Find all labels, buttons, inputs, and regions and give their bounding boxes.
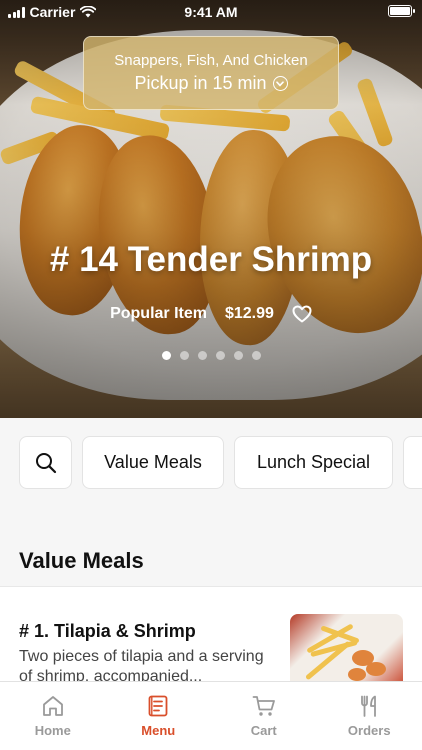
search-icon <box>35 452 56 473</box>
pickup-time: Pickup in 15 min <box>134 73 267 93</box>
status-bar: Carrier 9:41 AM <box>0 0 422 24</box>
pickup-selector[interactable]: Snappers, Fish, And Chicken Pickup in 15… <box>83 36 339 110</box>
category-chip-more[interactable] <box>403 436 422 489</box>
menu-icon <box>148 695 168 717</box>
menu-item-card[interactable]: # 1. Tilapia & Shrimp Two pieces of tila… <box>0 586 422 687</box>
heart-icon[interactable] <box>292 305 312 323</box>
tab-menu-label: Menu <box>141 723 176 738</box>
tab-home[interactable]: Home <box>0 682 106 750</box>
category-bar: Value Meals Lunch Special <box>0 418 422 506</box>
tab-orders[interactable]: Orders <box>317 682 422 750</box>
home-icon <box>42 696 63 716</box>
tab-menu[interactable]: Menu <box>106 682 212 750</box>
carousel-dot[interactable] <box>251 351 261 360</box>
featured-item-title[interactable]: # 14 Tender Shrimp <box>0 240 422 280</box>
carousel-dot[interactable] <box>215 351 225 360</box>
hero-banner[interactable]: Carrier 9:41 AM Snappers, Fish, And Chic… <box>0 0 422 418</box>
featured-item-meta: Popular Item $12.99 <box>0 305 422 323</box>
search-button[interactable] <box>19 436 72 489</box>
cart-icon <box>252 696 275 716</box>
menu-item-name: # 1. Tilapia & Shrimp <box>19 621 196 641</box>
tab-bar: Home Menu Cart Orders <box>0 681 422 750</box>
category-chip-value-meals[interactable]: Value Meals <box>82 436 224 489</box>
carousel-dot[interactable] <box>179 351 189 360</box>
carousel-dot[interactable] <box>197 351 207 360</box>
category-chip-lunch-special[interactable]: Lunch Special <box>234 436 393 489</box>
popular-badge: Popular Item <box>110 305 207 322</box>
menu-item-image <box>290 614 403 687</box>
carousel-dot[interactable] <box>233 351 243 360</box>
clock: 9:41 AM <box>184 4 238 20</box>
tab-home-label: Home <box>34 723 71 738</box>
carousel-dots[interactable] <box>0 351 422 360</box>
utensils-icon <box>361 695 377 717</box>
tab-orders-label: Orders <box>347 723 391 738</box>
tab-cart[interactable]: Cart <box>211 682 317 750</box>
featured-price: $12.99 <box>224 305 274 322</box>
store-name: Snappers, Fish, And Chicken <box>114 52 308 69</box>
chevron-down-icon <box>272 76 288 91</box>
carousel-dot[interactable] <box>161 351 171 360</box>
tab-cart-label: Cart <box>250 723 277 738</box>
battery-icon <box>388 5 415 17</box>
section-title: Value Meals <box>19 548 144 573</box>
